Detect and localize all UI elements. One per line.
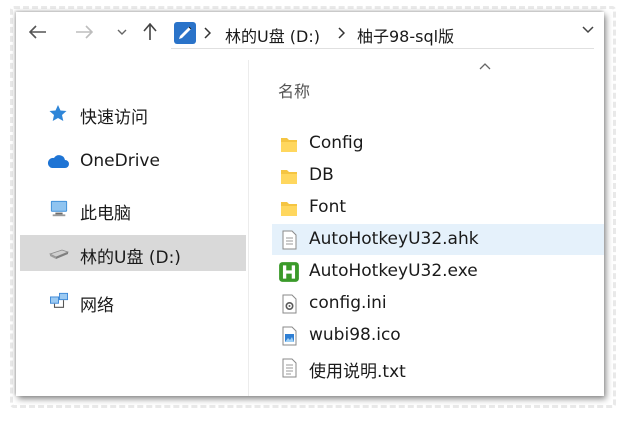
network-icon [50,292,68,308]
folder-icon [281,138,297,152]
column-header-name[interactable]: 名称 [278,78,310,102]
file-name: AutoHotkeyU32.exe [309,261,478,281]
file-name: 使用说明.txt [309,362,406,382]
sidebar-item-network[interactable]: 网络 [20,283,246,319]
sidebar-item-label: 此电脑 [80,204,131,224]
arrow-left-icon [29,25,46,39]
settings-file-icon [282,294,297,314]
list-item[interactable]: DB [272,160,604,191]
sidebar-item-this-pc[interactable]: 此电脑 [20,191,246,227]
up-button[interactable] [138,20,162,44]
file-list: 名称 Config DB Font AutoHotkeyU32.ahk Auto… [249,60,604,396]
back-button[interactable] [26,20,50,44]
list-item[interactable]: Config [272,128,604,159]
sidebar-item-usb-drive[interactable]: 林的U盘 (D:) [20,235,246,271]
sidebar-item-label: OneDrive [80,151,160,171]
star-icon [49,105,67,121]
list-item[interactable]: Font [272,192,604,223]
file-name: Config [309,133,364,153]
file-name: Font [309,197,347,217]
list-item[interactable]: wubi98.ico [272,320,604,351]
sidebar-item-label: 快速访问 [80,108,148,128]
chevron-right-icon [338,27,345,39]
text-file-icon [282,358,297,378]
usb-drive-icon [48,249,70,259]
breadcrumb-folder[interactable]: 柚子98-sql版 [357,23,454,47]
breadcrumb-drive[interactable]: 林的U盘 (D:) [225,23,320,47]
recent-locations-button[interactable] [110,20,134,44]
cloud-icon [47,155,69,168]
text-file-icon [282,230,297,250]
sidebar-item-quick-access[interactable]: 快速访问 [20,95,246,131]
explorer-window: 林的U盘 (D:) 柚子98-sql版 快速访问 OneDrive 此电脑 林的… [16,12,604,396]
file-name: DB [309,165,334,185]
list-item[interactable]: 使用说明.txt [272,352,604,383]
list-item[interactable]: AutoHotkeyU32.ahk [272,224,604,255]
file-name: config.ini [309,293,387,313]
image-file-icon [282,326,297,346]
sidebar-item-label: 林的U盘 (D:) [80,248,181,268]
folder-icon [281,202,297,216]
chevron-down-icon[interactable] [582,26,594,34]
drive-pen-icon [174,22,196,44]
navigation-pane: 快速访问 OneDrive 此电脑 林的U盘 (D:) 网络 [16,60,246,396]
list-item[interactable]: config.ini [272,288,604,319]
folder-icon [281,170,297,184]
file-name: AutoHotkeyU32.ahk [309,229,479,249]
file-name: wubi98.ico [309,325,401,345]
sidebar-item-label: 网络 [80,296,114,316]
navigation-toolbar: 林的U盘 (D:) 柚子98-sql版 [16,12,604,52]
arrow-up-icon [143,23,157,40]
chevron-down-icon [117,29,127,35]
sidebar-item-onedrive[interactable]: OneDrive [20,143,246,179]
address-bar[interactable]: 林的U盘 (D:) 柚子98-sql版 [171,18,594,49]
chevron-right-icon [204,27,211,39]
arrow-right-icon [76,25,93,39]
autohotkey-icon [279,262,299,282]
sort-ascending-icon[interactable] [479,62,491,70]
computer-icon [50,200,68,217]
list-item[interactable]: AutoHotkeyU32.exe [272,256,604,287]
forward-button[interactable] [72,20,96,44]
